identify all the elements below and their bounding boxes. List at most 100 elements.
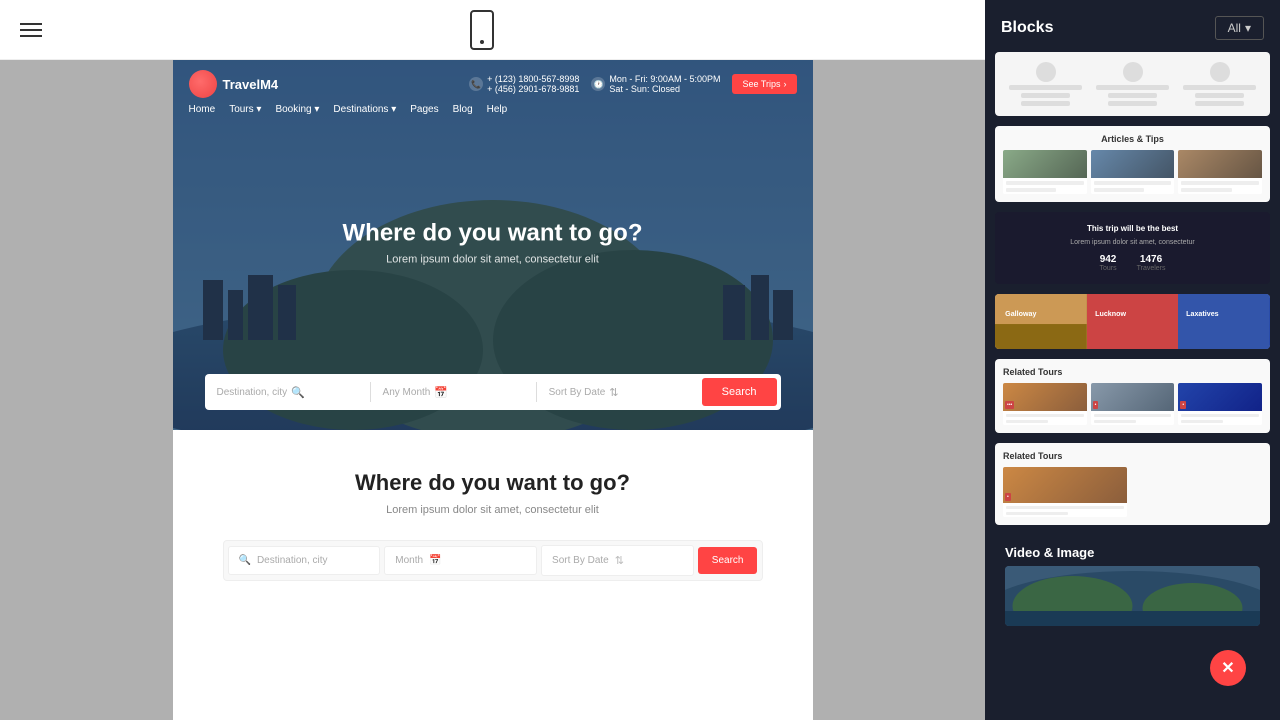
related-block-2: Related Tours • <box>995 443 1270 525</box>
divider-2 <box>536 382 537 402</box>
landscape-left: Galloway <box>995 294 1087 349</box>
article-line-6 <box>1181 188 1231 192</box>
dropdown-chevron-icon: ▾ <box>1245 21 1251 35</box>
section-calendar-icon: 📅 <box>429 555 441 566</box>
related-line-5 <box>1181 414 1259 417</box>
month-placeholder: Any Month <box>383 387 431 398</box>
phone2: + (456) 2901-678-9881 <box>487 84 579 94</box>
related2-row: • <box>1003 467 1262 517</box>
hero-search-button[interactable]: Search <box>702 378 777 406</box>
block-card-dark-stats[interactable]: This trip will be the best Lorem ipsum d… <box>995 212 1270 284</box>
section-destination-placeholder: Destination, city <box>257 555 328 566</box>
related-row: ••• • • <box>1003 383 1262 425</box>
svg-text:Lucknow: Lucknow <box>1095 310 1126 318</box>
block-card-features[interactable] <box>995 52 1270 116</box>
hero-section: TravelM4 📞 + (123) 1800-567-8998 + (456)… <box>173 60 813 430</box>
destination-field[interactable]: Destination, city 🔍 <box>209 380 366 405</box>
related-block: Related Tours ••• • <box>995 359 1270 433</box>
nav-pages[interactable]: Pages <box>410 104 438 115</box>
section-sort-field[interactable]: Sort By Date ⇅ <box>541 545 694 576</box>
block-card-related-tours-2[interactable]: Related Tours • <box>995 443 1270 525</box>
white-section: Where do you want to go? Lorem ipsum dol… <box>173 430 813 611</box>
see-trips-label: See Trips <box>742 79 780 89</box>
logo-icon <box>189 70 217 98</box>
destination-placeholder: Destination, city <box>217 387 288 398</box>
page-preview: TravelM4 📞 + (123) 1800-567-8998 + (456)… <box>173 60 813 720</box>
nav-blog[interactable]: Blog <box>453 104 473 115</box>
related2-line-1 <box>1006 506 1124 509</box>
related-badge-3: • <box>1180 401 1186 409</box>
section-search-button[interactable]: Search <box>698 547 758 574</box>
all-label: All <box>1228 21 1241 35</box>
dark-block-text: Lorem ipsum dolor sit amet, consectetur <box>1003 239 1262 246</box>
section-sort-placeholder: Sort By Date <box>552 555 609 566</box>
landscape-block: Galloway Lucknow Laxatives <box>995 294 1270 349</box>
video-thumbnail[interactable] <box>1005 566 1260 626</box>
section-month-field[interactable]: Month 📅 <box>384 546 537 575</box>
section-sort-icon: ⇅ <box>615 554 624 567</box>
related2-badge-1: • <box>1005 493 1011 501</box>
section-search-bar: 🔍 Destination, city Month 📅 Sort By Date… <box>223 540 763 581</box>
phone1: + (123) 1800-567-8998 <box>487 74 579 84</box>
landscape-center: Lucknow <box>1087 294 1179 349</box>
articles-block: Articles & Tips <box>995 126 1270 202</box>
stat-travelers-num: 1476 <box>1137 254 1166 265</box>
nav-help[interactable]: Help <box>487 104 508 115</box>
month-field[interactable]: Any Month 📅 <box>375 380 532 405</box>
related-line-1 <box>1006 414 1084 417</box>
related-item-1: ••• <box>1003 383 1087 425</box>
article-line-4 <box>1094 188 1144 192</box>
block-card-related-tours[interactable]: Related Tours ••• • <box>995 359 1270 433</box>
related-badge-1: ••• <box>1005 401 1014 409</box>
section-destination-field[interactable]: 🔍 Destination, city <box>228 546 381 575</box>
close-icon: ✕ <box>1221 658 1234 678</box>
stat-travelers-label: Travelers <box>1137 265 1166 272</box>
dark-block-stats: 942 Tours 1476 Travelers <box>1003 254 1262 272</box>
nav-booking[interactable]: Booking <box>275 104 319 115</box>
header-contact: 📞 + (123) 1800-567-8998 + (456) 2901-678… <box>469 74 796 94</box>
article-item-1 <box>1003 150 1087 194</box>
clock-icon: 🕐 <box>591 77 605 91</box>
related-img-3: • <box>1178 383 1262 411</box>
hamburger-menu[interactable] <box>20 23 42 37</box>
panel-title: Blocks <box>1001 19 1053 37</box>
svg-text:Laxatives: Laxatives <box>1186 310 1219 318</box>
hours1: Mon - Fri: 9:00AM - 5:00PM <box>609 74 720 84</box>
feature-item-3 <box>1179 62 1260 106</box>
dark-stats-block: This trip will be the best Lorem ipsum d… <box>995 212 1270 284</box>
blocks-list[interactable]: Articles & Tips <box>985 52 1280 660</box>
nav-destinations[interactable]: Destinations <box>333 104 396 115</box>
article-img-1 <box>1003 150 1087 178</box>
nav-home[interactable]: Home <box>189 104 216 115</box>
right-panel: Blocks All ▾ <box>985 0 1280 720</box>
canvas-area: TravelM4 📞 + (123) 1800-567-8998 + (456)… <box>0 60 985 720</box>
arrow-icon: › <box>784 79 787 89</box>
block-card-articles[interactable]: Articles & Tips <box>995 126 1270 202</box>
articles-title: Articles & Tips <box>1003 134 1262 144</box>
hero-title: Where do you want to go? <box>173 220 813 248</box>
toolbar <box>0 0 985 60</box>
related-img-1: ••• <box>1003 383 1087 411</box>
site-header: TravelM4 📞 + (123) 1800-567-8998 + (456)… <box>173 60 813 125</box>
related-item-3: • <box>1178 383 1262 425</box>
hero-subtitle: Lorem ipsum dolor sit amet, consectetur … <box>173 254 813 266</box>
stat-travelers: 1476 Travelers <box>1137 254 1166 272</box>
video-section-label: Video & Image <box>995 535 1270 566</box>
nav-tours[interactable]: Tours <box>229 104 261 115</box>
close-button[interactable]: ✕ <box>1210 650 1246 686</box>
related-tours-title: Related Tours <box>1003 367 1262 377</box>
feature-item-1 <box>1005 62 1086 106</box>
article-line-2 <box>1006 188 1056 192</box>
see-trips-button[interactable]: See Trips › <box>732 74 796 94</box>
hours2: Sat - Sun: Closed <box>609 84 720 94</box>
header-nav: Home Tours Booking Destinations Pages Bl… <box>189 104 797 115</box>
hero-search-bar: Destination, city 🔍 Any Month 📅 Sort By … <box>205 374 781 410</box>
sort-field[interactable]: Sort By Date ⇅ <box>541 380 698 405</box>
block-card-landscape[interactable]: Galloway Lucknow Laxatives <box>995 294 1270 349</box>
related-item-2: • <box>1091 383 1175 425</box>
landscape-right: Laxatives <box>1178 294 1270 349</box>
mobile-preview-icon[interactable] <box>470 10 494 50</box>
article-item-2 <box>1091 150 1175 194</box>
all-filter-button[interactable]: All ▾ <box>1215 16 1264 40</box>
related2-item-1: • <box>1003 467 1127 517</box>
